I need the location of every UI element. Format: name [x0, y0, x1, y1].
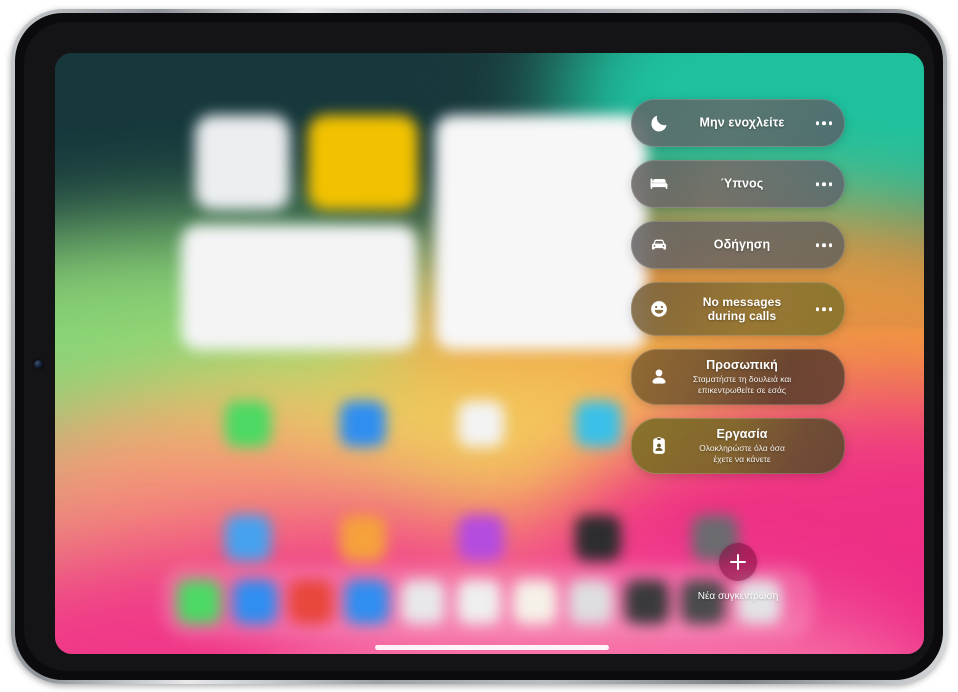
- moon-icon: [648, 112, 670, 134]
- focus-card-more-button[interactable]: [815, 307, 832, 311]
- new-focus-group[interactable]: Νέα συγκέντρωση: [631, 543, 845, 602]
- ellipsis-dot: [822, 182, 826, 186]
- ellipsis-dot: [815, 121, 819, 125]
- app-4: [575, 401, 621, 447]
- dock-3: [289, 580, 333, 624]
- app-3: [458, 401, 504, 447]
- ellipsis-dot: [828, 121, 832, 125]
- bed-icon: [648, 173, 670, 195]
- focus-card-subtitle-line2: επικεντρωθείτε σε εσάς: [697, 385, 787, 395]
- focus-card-subtitle-line2: έχετε να κάνετε: [713, 454, 771, 464]
- focus-card-title: Προσωπική: [706, 358, 778, 372]
- dock-6: [457, 580, 501, 624]
- new-focus-button[interactable]: [719, 543, 757, 581]
- focus-card-title: Εργασία: [716, 427, 768, 441]
- focus-card-driving[interactable]: Οδήγηση: [631, 221, 845, 269]
- ellipsis-dot: [828, 307, 832, 311]
- dock-7: [513, 580, 557, 624]
- screenshot-root: Μην ενοχλείτε Ύπνος Οδήγηση No messages duri…: [0, 0, 958, 692]
- ellipsis-dot: [828, 243, 832, 247]
- person-icon: [648, 366, 670, 388]
- smiley-icon: [648, 298, 670, 320]
- ipad-screen: Μην ενοχλείτε Ύπνος Οδήγηση No messages duri…: [55, 53, 924, 654]
- calendar-widget: [435, 115, 647, 350]
- focus-card-text: Μην ενοχλείτε: [675, 116, 809, 131]
- dock-8: [569, 580, 613, 624]
- app-5: [225, 515, 271, 561]
- app-6: [340, 515, 386, 561]
- notes-widget: [308, 115, 418, 210]
- focus-card-more-button[interactable]: [815, 182, 832, 186]
- focus-card-text: Οδήγηση: [675, 238, 809, 253]
- ellipsis-dot: [822, 307, 826, 311]
- dock-4: [345, 580, 389, 624]
- focus-card-more-button[interactable]: [815, 121, 832, 125]
- app-2: [340, 401, 386, 447]
- focus-card-title-line2: during calls: [707, 309, 777, 323]
- dock-1: [177, 580, 221, 624]
- front-camera-icon: [34, 360, 43, 369]
- ellipsis-dot: [815, 182, 819, 186]
- ellipsis-dot: [828, 182, 832, 186]
- focus-card-sleep[interactable]: Ύπνος: [631, 160, 845, 208]
- focus-card-more-button[interactable]: [815, 243, 832, 247]
- plus-icon: [730, 554, 746, 570]
- dock-5: [401, 580, 445, 624]
- id-badge-icon: [648, 435, 670, 457]
- focus-card-personal[interactable]: Προσωπική Σταματήστε τη δουλειά και επικεν…: [631, 349, 845, 405]
- new-focus-label: Νέα συγκέντρωση: [697, 591, 779, 602]
- ipad-device-frame: Μην ενοχλείτε Ύπνος Οδήγηση No messages duri…: [11, 9, 947, 684]
- ellipsis-dot: [822, 121, 826, 125]
- focus-card-subtitle: Ολοκληρώστε όλα όσα: [699, 443, 785, 453]
- ellipsis-dot: [822, 243, 826, 247]
- focus-card-text: Ύπνος: [675, 177, 809, 192]
- focus-card-no-messages-during-calls[interactable]: No messages during calls: [631, 282, 845, 336]
- app-8: [575, 515, 621, 561]
- focus-card-subtitle: Σταματήστε τη δουλειά και: [692, 374, 792, 384]
- app-1: [225, 401, 271, 447]
- focus-card-title: Οδήγηση: [713, 237, 771, 252]
- focus-card-text: No messages during calls: [675, 295, 809, 323]
- focus-modes-panel: Μην ενοχλείτε Ύπνος Οδήγηση No messages duri…: [631, 99, 845, 487]
- focus-card-text: Προσωπική Σταματήστε τη δουλειά και επικεν…: [675, 358, 809, 396]
- home-indicator[interactable]: [375, 645, 609, 650]
- reminders-widget: [181, 225, 417, 350]
- ellipsis-dot: [815, 307, 819, 311]
- app-7: [458, 515, 504, 561]
- dock-2: [233, 580, 277, 624]
- clock-widget: [195, 115, 290, 210]
- focus-card-text: Εργασία Ολοκληρώστε όλα όσα έχετε να κάνετ…: [675, 427, 809, 465]
- focus-card-do-not-disturb[interactable]: Μην ενοχλείτε: [631, 99, 845, 147]
- focus-card-title: No messages: [702, 295, 782, 309]
- car-icon: [648, 234, 670, 256]
- focus-card-title: Μην ενοχλείτε: [699, 115, 785, 130]
- focus-card-work[interactable]: Εργασία Ολοκληρώστε όλα όσα έχετε να κάνετ…: [631, 418, 845, 474]
- ellipsis-dot: [815, 243, 819, 247]
- focus-card-title: Ύπνος: [720, 176, 764, 191]
